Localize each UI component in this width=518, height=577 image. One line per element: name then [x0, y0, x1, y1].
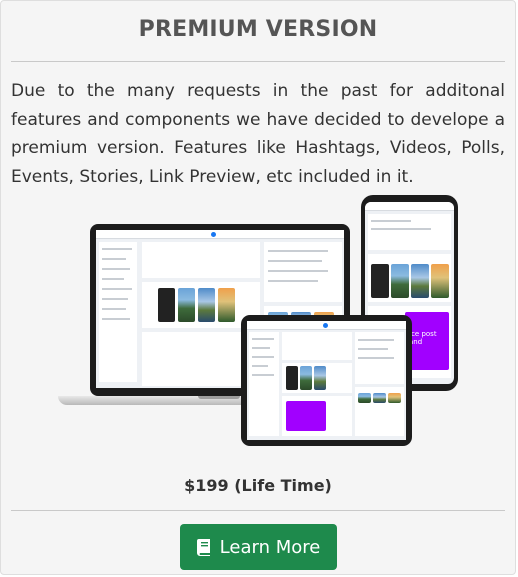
price-divider	[11, 510, 505, 511]
tablet-screen-content	[247, 321, 406, 440]
card-title: PREMIUM VERSION	[138, 17, 378, 42]
phone-post-caption: Ice post and	[409, 330, 437, 346]
learn-more-button[interactable]: Learn More	[180, 524, 337, 570]
learn-more-label: Learn More	[219, 536, 321, 558]
devices-illustration: Ice post and	[56, 193, 466, 455]
tablet-mockup	[241, 315, 412, 446]
book-icon	[196, 538, 210, 556]
title-divider	[11, 61, 505, 62]
card-description: Due to the many requests in the past for…	[11, 81, 505, 187]
price-label: $199 (Life Time)	[184, 476, 332, 495]
premium-version-card: PREMIUM VERSION Due to the many requests…	[0, 0, 516, 575]
